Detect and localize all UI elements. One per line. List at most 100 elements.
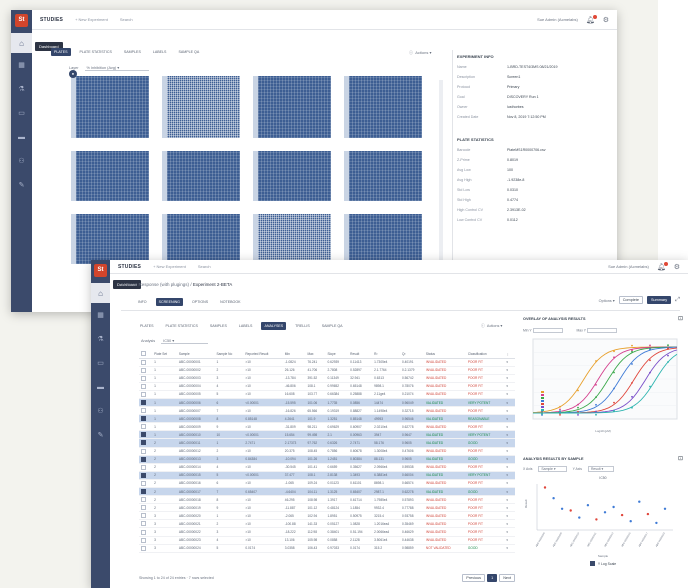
row-checkbox-cell[interactable] [139,511,153,521]
data-point[interactable] [595,413,597,416]
data-point[interactable] [649,371,651,374]
column-header[interactable]: Slope [325,350,349,359]
tab-labels[interactable]: LABELS [150,48,170,56]
table-row[interactable]: 3 ABC-00000021 2 >10 -100.88 141.33 0.05127 1.0… [139,519,515,529]
column-header[interactable]: Classification [465,350,505,359]
plate-thumbnail[interactable]: ● [69,70,149,138]
plate-thumbnail[interactable] [162,151,240,201]
row-menu-icon[interactable]: ▾ [504,455,515,464]
tab-labels[interactable]: LABELS [236,322,256,330]
tab-plate-statistics[interactable]: PLATE STATISTICS [77,48,115,56]
analysis-select[interactable]: IC50 ▾ [161,338,209,344]
min-y-input[interactable] [532,328,563,333]
row-menu-icon[interactable]: ▾ [504,358,515,367]
result-point[interactable] [612,505,615,509]
app-logo[interactable]: St [15,14,28,27]
row-checkbox[interactable] [141,537,146,543]
row-checkbox-cell[interactable] [139,406,153,416]
row-checkbox[interactable] [141,408,146,414]
data-point[interactable] [631,406,633,409]
tab-samples[interactable]: SAMPLES [207,322,230,330]
tab-trellis[interactable]: TRELLIS [292,322,313,330]
data-point[interactable] [631,382,633,384]
data-point[interactable] [577,412,579,414]
plate-thumbnail[interactable] [71,151,149,201]
row-menu-icon[interactable]: ▾ [504,487,515,497]
row-checkbox-cell[interactable] [139,390,153,399]
result-point[interactable] [586,504,590,507]
data-point[interactable] [649,344,651,347]
row-menu-icon[interactable]: ▾ [504,519,515,529]
row-menu-icon[interactable]: ▾ [504,366,515,375]
row-checkbox-cell[interactable] [139,479,153,489]
data-point[interactable] [595,403,597,406]
table-row[interactable]: 3 ABC-00000023 4 >10 13.106 105.98 0.0858 2.112… [139,536,515,545]
data-point[interactable] [595,410,597,413]
row-checkbox-cell[interactable] [139,366,153,375]
new-experiment-link[interactable]: + New Experiment [153,264,186,269]
monitor-icon[interactable]: ▭ [11,101,32,125]
row-menu-icon[interactable]: ▾ [504,463,515,472]
log-scale-toggle[interactable]: Y Log Scale [523,561,683,566]
column-header[interactable]: Min [282,350,306,359]
row-checkbox-cell[interactable] [139,519,153,529]
data-point[interactable] [667,347,669,350]
home-icon[interactable]: ⌂ [11,33,32,53]
row-checkbox[interactable] [141,400,146,406]
result-point[interactable] [552,497,555,500]
chat-icon[interactable]: ▬ [11,125,32,149]
table-row[interactable]: 2 ABC-00000019 9 >10 -11.887 101.12 0.48124 1.1… [139,503,515,513]
home-icon[interactable]: ⌂ [91,283,110,303]
row-checkbox[interactable] [141,529,146,535]
plate-thumbnail[interactable] [344,76,422,138]
row-menu-icon[interactable]: ▾ [504,382,515,391]
options-menu[interactable]: Options ▾ [599,298,615,303]
tab-analyses[interactable]: ANALYSES [261,322,287,330]
row-menu-icon[interactable]: ▾ [504,503,515,513]
row-checkbox[interactable] [141,375,146,381]
tab-plate-statistics[interactable]: PLATE STATISTICS [163,322,201,330]
result-point[interactable] [603,511,607,514]
row-checkbox[interactable] [141,448,146,454]
tab-screening[interactable]: SCREENING [155,298,183,306]
data-point[interactable] [577,403,579,406]
users-icon[interactable]: ⚇ [11,149,32,173]
column-header[interactable]: R² [372,350,400,359]
row-checkbox-cell[interactable] [139,527,153,537]
search-link[interactable]: Search [120,17,133,22]
plate-thumbnail[interactable] [344,151,422,201]
data-point[interactable] [631,363,633,365]
table-row[interactable]: 2 ABC-00000015 5 <0.00001 37.477 108.1 2.8138 1… [139,471,515,480]
row-checkbox[interactable] [141,440,146,446]
grid-icon[interactable]: ▦ [91,303,110,327]
row-checkbox[interactable] [141,497,146,503]
data-point[interactable] [613,356,615,359]
plate-thumbnail[interactable] [253,76,331,138]
table-row[interactable]: 2 ABC-00000017 7 0.65407 -4.6404 104.11 1.3125… [139,487,515,497]
row-menu-icon[interactable]: ▾ [504,374,515,383]
actions-menu[interactable]: ⓘ Actions ▾ [481,323,502,329]
plate-thumbnail[interactable] [253,151,331,201]
result-point[interactable] [663,507,667,510]
row-menu-icon[interactable]: ▾ [504,447,515,456]
result-point[interactable] [620,513,624,517]
table-row[interactable]: 3 ABC-00000022 3 >10 -18.222 112.98 0.38401 0.5… [139,527,515,537]
complete-button[interactable]: Complete [618,296,643,304]
row-checkbox-cell[interactable] [139,463,153,472]
row-checkbox-cell[interactable] [139,503,153,513]
table-row[interactable]: 1 ABC-00000007 7 >10 -16.826 65.566 0.19319 0.8… [139,406,515,416]
table-row[interactable]: 1 ABC-00000004 4 >10 -46.806 108.1 0.99652 0.65… [139,382,515,391]
tab-samples[interactable]: SAMPLES [121,48,144,56]
user-name[interactable]: Sue Admin (Acmelabs) [537,17,578,22]
data-point[interactable] [649,385,651,388]
result-point[interactable] [569,509,572,512]
column-header[interactable]: Status [423,350,466,359]
row-menu-icon[interactable]: ▾ [504,536,515,545]
settings-gear-icon[interactable]: ⚙ [603,16,609,24]
max-y-input[interactable] [586,328,617,333]
row-checkbox-cell[interactable] [139,374,153,383]
table-row[interactable]: 1 ABC-00000003 3 >10 -13.784 391.52 0.11349 32.… [139,374,515,383]
breadcrumb-parent[interactable]: IU Dose Response (with plugings) [121,282,189,287]
select-all-checkbox[interactable] [141,351,146,357]
result-point[interactable] [638,500,641,503]
